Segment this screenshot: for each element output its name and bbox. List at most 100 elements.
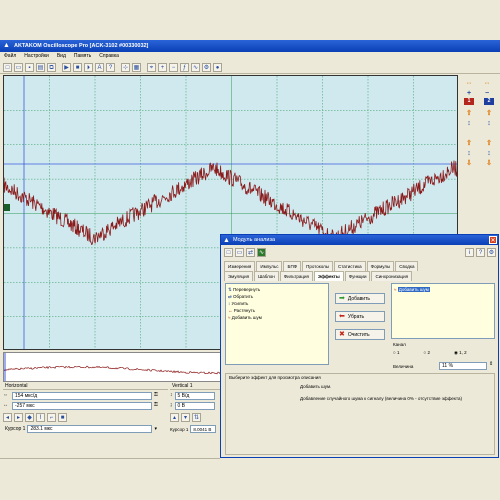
channel-1-badge[interactable]: 1: [464, 98, 474, 105]
menu-view[interactable]: Вид: [57, 52, 66, 61]
step-left-icon[interactable]: ◂: [3, 413, 12, 422]
menu-file[interactable]: Файл: [4, 52, 16, 61]
analysis-icon[interactable]: ∿: [191, 63, 200, 72]
single-icon[interactable]: ⏵: [84, 63, 93, 72]
tab-filtering[interactable]: Фильтрация: [279, 271, 313, 281]
edge-icon[interactable]: ⌐: [47, 413, 56, 422]
channel-2-badge[interactable]: 2: [484, 98, 494, 105]
channel-ground-marker[interactable]: [4, 204, 10, 211]
zoom-out-icon[interactable]: −: [169, 63, 178, 72]
ch1-up-icon[interactable]: ⇧: [464, 109, 474, 118]
zoom-in-icon[interactable]: +: [158, 63, 167, 72]
remove-effect-button[interactable]: ⬅ Убрать: [335, 311, 385, 322]
dialog-help-icon[interactable]: ?: [476, 248, 485, 257]
tab-effects[interactable]: Эффекты: [313, 271, 344, 281]
ch-up-icon[interactable]: ▴: [170, 413, 179, 422]
ch1-offset-up-icon[interactable]: ⇧: [464, 139, 474, 148]
effect-item-add-noise[interactable]: ≈ Добавить шум: [226, 314, 328, 321]
recorder-icon[interactable]: ●: [213, 63, 222, 72]
vertical-offset-field[interactable]: 0 В: [174, 402, 215, 410]
copy-icon[interactable]: ⧉: [47, 63, 56, 72]
channel-1-trace: [4, 160, 457, 246]
channel-radio-1[interactable]: ○ 1: [393, 350, 399, 356]
horizontal-cursor-label: Курсор 1: [5, 426, 26, 432]
ch2-offset-down-icon[interactable]: ⇩: [484, 159, 494, 168]
tab-emulation[interactable]: Эмуляция: [224, 271, 254, 281]
ch2-offset-up-icon[interactable]: ⇧: [484, 139, 494, 148]
ch1-scale-icon[interactable]: ↕: [464, 119, 474, 128]
save-icon[interactable]: ▪: [25, 63, 34, 72]
channel-radio-both[interactable]: ◉ 1, 2: [454, 350, 467, 356]
horizontal-cursor-select[interactable]: 283.1 мкс: [27, 425, 153, 433]
tab-functions[interactable]: Функции: [344, 271, 371, 281]
menu-help[interactable]: Справка: [99, 52, 119, 61]
chevron-down-icon[interactable]: ▾: [154, 426, 157, 432]
tab-measurements[interactable]: Измерения: [224, 261, 256, 271]
ch1-offset-mid-icon[interactable]: ↕: [464, 149, 474, 158]
tab-summary[interactable]: Сводка: [395, 261, 419, 271]
applied-effects-list[interactable]: ≈ Добавить шум: [391, 283, 495, 339]
menu-memory[interactable]: Память: [74, 52, 91, 61]
measure-icon[interactable]: ⊹: [121, 63, 130, 72]
step-right-icon[interactable]: ▸: [14, 413, 23, 422]
effect-item-flip[interactable]: ⇅ Перевернуть: [226, 286, 328, 293]
settings-icon[interactable]: ⚙: [202, 63, 211, 72]
magnitude-field[interactable]: 11 %: [439, 362, 487, 370]
tab-protocols[interactable]: Протоколы: [302, 261, 334, 271]
timebase-field[interactable]: 154 мкс/д: [12, 392, 152, 400]
grid-icon[interactable]: ▦: [132, 63, 141, 72]
open-icon[interactable]: ▭: [14, 63, 23, 72]
new-icon[interactable]: □: [3, 63, 12, 72]
lock-icon[interactable]: ⚿: [154, 402, 158, 410]
print-icon[interactable]: ▤: [36, 63, 45, 72]
add-effect-button[interactable]: ➡ Добавить: [335, 293, 385, 304]
math-icon[interactable]: ƒ: [180, 63, 189, 72]
ch2-up-icon[interactable]: ⇧: [484, 109, 494, 118]
dialog-open-icon[interactable]: ▭: [235, 248, 244, 257]
clear-effects-button[interactable]: ✖ Очистить: [335, 329, 385, 340]
ch-invert-icon[interactable]: ⇅: [192, 413, 201, 422]
tab-formulas[interactable]: Формулы: [366, 261, 395, 271]
description-group: Выберите эффект для просмотра описания Д…: [225, 373, 495, 455]
zoom-in-time-icon[interactable]: +: [464, 89, 474, 98]
tab-pulse[interactable]: Импульс: [256, 261, 283, 271]
run-icon[interactable]: ▶: [62, 63, 71, 72]
effect-item-reverse[interactable]: ⇄ Обратить: [226, 293, 328, 300]
tab-fft[interactable]: БПФ: [283, 261, 302, 271]
dialog-new-icon[interactable]: □: [224, 248, 233, 257]
vertical-scale-field[interactable]: 5 В/д: [174, 392, 215, 400]
vertical-cursor-select[interactable]: 8.0041 В: [190, 425, 217, 433]
cursor-icon[interactable]: ⌖: [147, 63, 156, 72]
magnitude-spinner-icon[interactable]: ⇕: [489, 361, 493, 367]
dialog-close-icon[interactable]: ✕: [489, 236, 497, 244]
stop-icon[interactable]: ■: [73, 63, 82, 72]
ch2-offset-mid-icon[interactable]: ↕: [484, 149, 494, 158]
info-icon[interactable]: i: [465, 248, 474, 257]
center-icon[interactable]: ◆: [25, 413, 34, 422]
tab-template[interactable]: Шаблон: [254, 271, 279, 281]
dialog-chart-icon[interactable]: ∿: [257, 248, 266, 257]
ch-down-icon[interactable]: ▾: [181, 413, 190, 422]
ch1-offset-down-icon[interactable]: ⇩: [464, 159, 474, 168]
applied-item-add-noise[interactable]: ≈ Добавить шум: [392, 286, 494, 293]
menu-settings[interactable]: Настройки: [24, 52, 49, 61]
lock-icon[interactable]: ⚿: [154, 392, 158, 400]
dialog-arrows-icon[interactable]: ⇄: [246, 248, 255, 257]
effect-item-stretch[interactable]: ↔ Растянуть: [226, 307, 328, 314]
auto-icon[interactable]: A: [95, 63, 104, 72]
ch2-scale-icon[interactable]: ↕: [484, 119, 494, 128]
channel-radio-2[interactable]: ○ 2: [423, 350, 429, 356]
time-offset-field[interactable]: -257 мкс: [12, 402, 152, 410]
arrow-left-icon: ⬅: [339, 312, 345, 320]
help-icon[interactable]: ?: [106, 63, 115, 72]
effects-list[interactable]: ⇅ Перевернуть ⇄ Обратить ↕ Усилить ↔ Рас…: [225, 283, 329, 365]
trigger-icon[interactable]: ⌇: [36, 413, 45, 422]
dialog-settings-icon[interactable]: ⚙: [487, 248, 496, 257]
time-shift-left-icon[interactable]: ⇔: [464, 79, 474, 88]
effect-item-amplify[interactable]: ↕ Усилить: [226, 300, 328, 307]
stop-trigger-icon[interactable]: ■: [58, 413, 67, 422]
tab-statistics[interactable]: Статистика: [334, 261, 366, 271]
tab-sync[interactable]: Синхронизация: [371, 271, 413, 281]
time-shift-right-icon[interactable]: ⇔: [482, 79, 492, 88]
zoom-out-time-icon[interactable]: −: [482, 89, 492, 98]
